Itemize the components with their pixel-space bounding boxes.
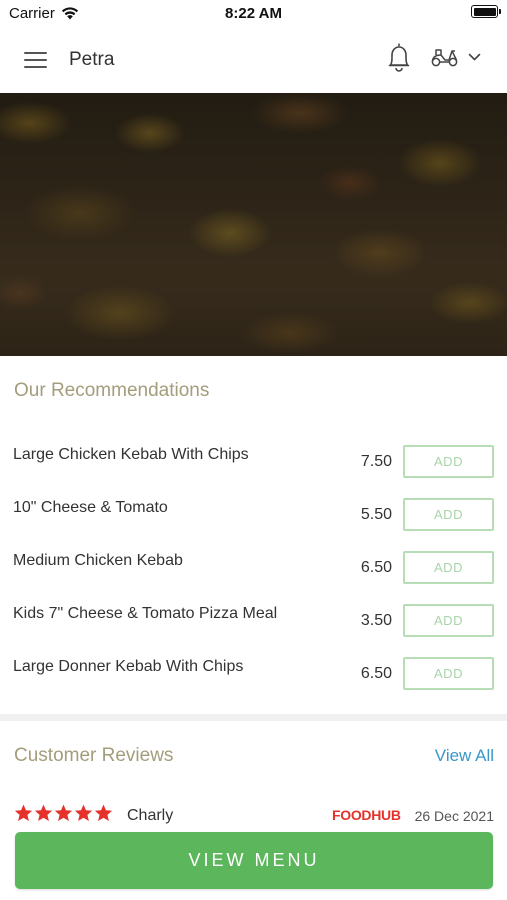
view-all-reviews-link[interactable]: View All: [435, 746, 494, 766]
rating-stars: [14, 804, 113, 822]
star-icon: [54, 804, 73, 822]
recommendation-item: Large Donner Kebab With Chips 6.50 ADD: [0, 648, 507, 701]
recommendations-title: Our Recommendations: [14, 380, 210, 401]
review-date: 26 Dec 2021: [414, 808, 494, 824]
item-price: 5.50: [360, 506, 392, 523]
item-name: Kids 7" Cheese & Tomato Pizza Meal: [13, 605, 278, 622]
item-name: 10" Cheese & Tomato: [13, 499, 168, 516]
star-icon: [14, 804, 33, 822]
reviewer-name: Charly: [127, 807, 174, 824]
status-time: 8:22 AM: [225, 5, 282, 22]
add-button[interactable]: ADD: [403, 551, 494, 584]
item-price: 6.50: [360, 559, 392, 576]
chevron-down-icon: [468, 53, 481, 61]
review-item: Charly FOODHUB 26 Dec 2021: [0, 804, 507, 828]
foodhub-logo: FOODHUB: [332, 807, 401, 823]
reviews-title: Customer Reviews: [14, 745, 174, 766]
recommendation-item: Kids 7" Cheese & Tomato Pizza Meal 3.50 …: [0, 595, 507, 648]
item-price: 6.50: [360, 665, 392, 682]
add-button[interactable]: ADD: [403, 657, 494, 690]
item-name: Medium Chicken Kebab: [13, 552, 183, 569]
status-right: [471, 5, 501, 18]
recommendations-list: Large Chicken Kebab With Chips 7.50 ADD …: [0, 436, 507, 701]
recommendation-item: Medium Chicken Kebab 6.50 ADD: [0, 542, 507, 595]
star-icon: [34, 804, 53, 822]
view-menu-button[interactable]: VIEW MENU: [15, 832, 493, 889]
item-name: Large Donner Kebab With Chips: [13, 658, 244, 675]
restaurant-name: Petra: [69, 49, 115, 70]
recommendation-item: Large Chicken Kebab With Chips 7.50 ADD: [0, 436, 507, 489]
star-icon: [74, 804, 93, 822]
item-price: 3.50: [360, 612, 392, 629]
item-price: 7.50: [360, 453, 392, 470]
menu-icon[interactable]: [24, 52, 47, 68]
item-name: Large Chicken Kebab With Chips: [13, 446, 249, 463]
bell-icon[interactable]: [386, 43, 412, 73]
app-header: Petra: [0, 28, 507, 92]
add-button[interactable]: ADD: [403, 604, 494, 637]
delivery-mode-toggle[interactable]: [430, 46, 481, 68]
hero-banner-image: [0, 93, 507, 356]
recommendation-item: 10" Cheese & Tomato 5.50 ADD: [0, 489, 507, 542]
battery-icon: [471, 5, 501, 18]
star-icon: [94, 804, 113, 822]
status-bar: Carrier 8:22 AM: [0, 0, 507, 28]
section-divider: [0, 714, 507, 721]
scooter-icon: [431, 49, 458, 67]
add-button[interactable]: ADD: [403, 498, 494, 531]
add-button[interactable]: ADD: [403, 445, 494, 478]
